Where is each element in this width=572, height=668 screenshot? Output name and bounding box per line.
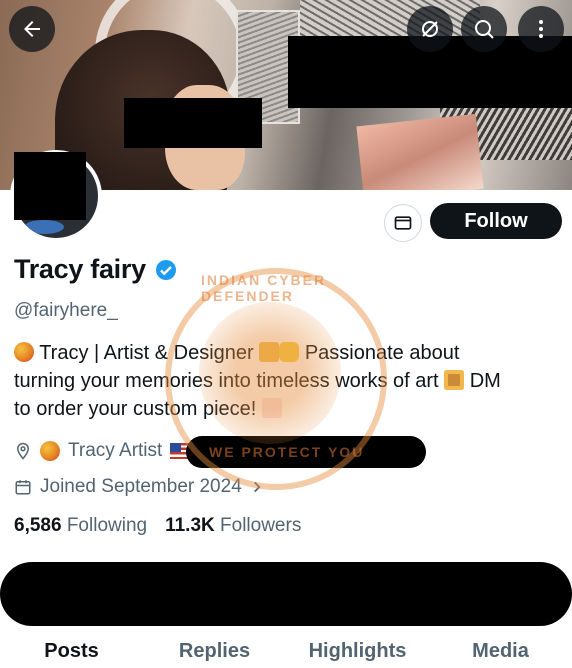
bio-text: Tracy | Artist & Designer <box>39 342 254 364</box>
love-letter-emoji-icon <box>261 398 282 418</box>
name-row: Tracy fairy <box>14 254 178 285</box>
location-row: Tracy Artist <box>14 440 195 462</box>
display-name: Tracy fairy <box>14 254 146 284</box>
watermark-text: INDIAN CYBER DEFENDER <box>201 272 327 304</box>
tab-posts[interactable]: Posts <box>0 640 143 663</box>
followers-count: 11.3K <box>165 515 215 536</box>
palette-emoji-icon <box>40 441 60 461</box>
following-label: Following <box>66 515 148 536</box>
verified-badge-icon <box>155 259 176 280</box>
follow-stats: 6,586 Following 11.3K Followers <box>14 515 301 537</box>
back-arrow-icon <box>24 21 40 37</box>
framed-picture-emoji-icon <box>444 370 465 390</box>
back-button[interactable] <box>9 6 55 52</box>
banner-painting <box>356 113 484 190</box>
bio-text: Passionate about <box>304 342 460 364</box>
followers-link[interactable]: 11.3K Followers <box>165 515 301 537</box>
no-translate-button[interactable] <box>407 6 453 52</box>
more-button[interactable] <box>518 6 564 52</box>
bio-text: to order your custom piece! <box>14 398 257 420</box>
chevron-right-icon[interactable] <box>250 480 264 494</box>
avatar-image <box>24 220 64 234</box>
tab-replies[interactable]: Replies <box>143 640 286 663</box>
redaction-box <box>14 152 86 220</box>
more-icon <box>539 20 543 38</box>
redaction-box <box>186 436 426 468</box>
location-text: Tracy Artist <box>68 440 163 461</box>
palette-emoji-icon <box>14 342 34 362</box>
joined-row: Joined September 2024 <box>14 476 264 498</box>
bio: Tracy | Artist & Designer Passionate abo… <box>14 339 559 423</box>
calendar-icon <box>15 480 31 495</box>
username: @fairyhere_ <box>14 300 118 321</box>
bio-text: turning your memories into timeless work… <box>14 370 439 392</box>
following-count: 6,586 <box>14 515 62 536</box>
joined-date: Joined September 2024 <box>40 476 242 497</box>
location-icon <box>16 442 30 460</box>
following-link[interactable]: 6,586 Following <box>14 515 147 537</box>
mail-icon <box>394 216 412 230</box>
tab-media[interactable]: Media <box>429 640 572 663</box>
message-button[interactable] <box>384 204 422 242</box>
redaction-box <box>0 562 572 626</box>
pencil-emoji-icon <box>259 342 280 362</box>
follow-button[interactable]: Follow <box>430 203 562 239</box>
no-translate-icon <box>422 21 438 37</box>
profile-tabs: Posts Replies Highlights Media <box>0 640 572 663</box>
tab-highlights[interactable]: Highlights <box>286 640 429 663</box>
bio-text: DM <box>469 370 501 392</box>
search-icon <box>475 20 494 39</box>
redaction-box <box>124 98 262 148</box>
search-button[interactable] <box>461 6 507 52</box>
followers-label: Followers <box>220 515 302 536</box>
sparkles-emoji-icon <box>279 342 300 362</box>
